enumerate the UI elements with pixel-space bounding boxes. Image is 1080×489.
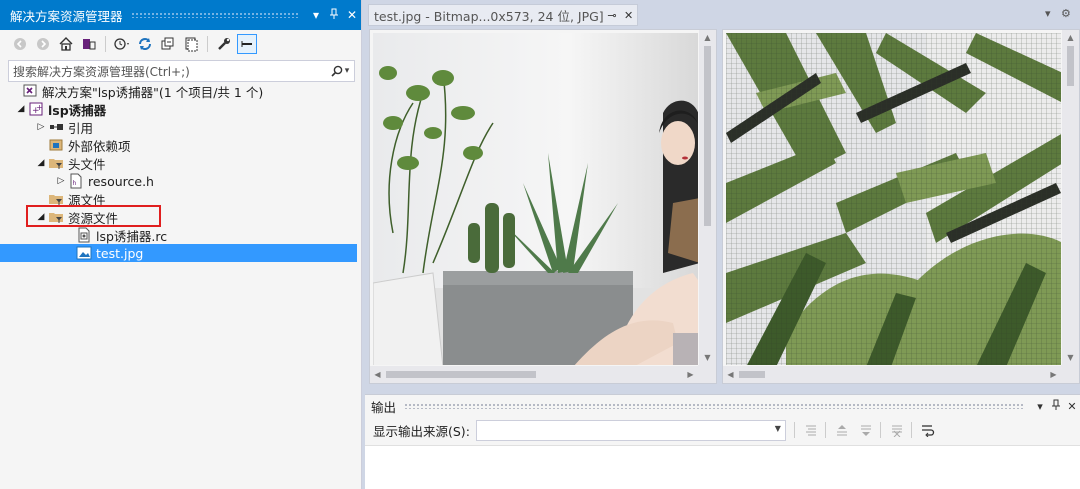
find-message-in-code-icon[interactable] (800, 420, 822, 440)
output-titlebar: 输出 ▾ ✕ (365, 395, 1080, 417)
scroll-thumb[interactable] (704, 46, 711, 226)
pin-icon[interactable] (325, 8, 343, 23)
tree-item-test-jpg[interactable]: test.jpg (0, 244, 357, 262)
pin-icon[interactable]: ⊸ (604, 9, 621, 22)
tree-item-label: 引用 (68, 120, 94, 136)
tree-item-references[interactable]: ▷ 引用 (8, 118, 357, 136)
close-icon[interactable]: ✕ (1064, 400, 1080, 413)
sync-icon[interactable] (135, 34, 155, 54)
tree-item-label: test.jpg (96, 245, 144, 261)
dropdown-icon[interactable]: ▾ (307, 8, 325, 22)
tree-item-external-deps[interactable]: 外部依赖项 (8, 136, 357, 154)
cpp-project-icon: + + (28, 101, 44, 117)
document-tab-bar: test.jpg - Bitmap...0x573, 24 位, JPG] ⊸ … (363, 0, 1080, 30)
tree-item-label: 解决方案"lsp诱捕器"(1 个项目/共 1 个) (42, 84, 264, 100)
drag-grip[interactable] (404, 403, 1024, 409)
vertical-scrollbar[interactable]: ▲ ▼ (1062, 30, 1079, 365)
tree-item-label: lsp诱捕器 (48, 102, 107, 118)
header-file-icon: h (68, 173, 84, 189)
tree-item-label: resource.h (88, 173, 154, 189)
solution-explorer-toolbar (0, 30, 361, 58)
svg-text:+: + (36, 103, 43, 112)
output-source-select[interactable]: ▼ (475, 419, 786, 441)
dropdown-icon[interactable]: ▾ (1032, 400, 1048, 413)
properties-wrench-icon[interactable] (214, 34, 234, 54)
tree-item-resource-h[interactable]: ▷ h resource.h (8, 172, 357, 190)
image-canvas[interactable] (373, 33, 698, 365)
references-icon (48, 119, 64, 135)
tree-item-label: 外部依赖项 (68, 138, 131, 154)
image-zoom-pane: ▲ ▼ ◀ ▶ (722, 29, 1080, 384)
close-icon[interactable]: ✕ (620, 9, 637, 22)
preview-selected-items-icon[interactable] (237, 34, 257, 54)
search-icon[interactable]: ▾ (326, 65, 354, 77)
tree-item-project[interactable]: ◢ + + lsp诱捕器 (8, 100, 357, 118)
pending-changes-filter-icon[interactable] (112, 34, 132, 54)
chevron-down-icon[interactable]: ▼ (775, 424, 781, 433)
output-source-label: 显示输出来源(S): (373, 423, 470, 439)
scroll-down-icon[interactable]: ▼ (699, 350, 716, 365)
solution-tree: 解决方案"lsp诱捕器"(1 个项目/共 1 个) ◢ + + lsp诱捕器 ▷ … (0, 82, 357, 262)
horizontal-scrollbar[interactable]: ◀ ▶ (370, 366, 698, 383)
zoomed-image-canvas[interactable] (726, 33, 1061, 365)
tree-item-rc-file[interactable]: lsp诱捕器.rc (8, 226, 357, 244)
rc-file-icon (76, 227, 92, 243)
tree-item-label: lsp诱捕器.rc (96, 228, 168, 244)
scroll-up-icon[interactable]: ▲ (699, 30, 716, 45)
tree-item-solution[interactable]: 解决方案"lsp诱捕器"(1 个项目/共 1 个) (8, 82, 357, 100)
pin-icon[interactable] (1048, 399, 1064, 414)
solution-explorer-panel: 解决方案资源管理器 ▾ ✕ 搜索解决方案资源管理器(Ctrl+;) ▾ 解决方案… (0, 0, 362, 489)
collapsed-arrow-icon[interactable]: ▷ (34, 122, 48, 132)
toolbar-separator (207, 36, 208, 52)
search-placeholder: 搜索解决方案资源管理器(Ctrl+;) (13, 64, 190, 79)
scroll-left-icon[interactable]: ◀ (370, 366, 385, 383)
scroll-left-icon[interactable]: ◀ (723, 366, 738, 383)
solution-explorer-titlebar: 解决方案资源管理器 ▾ ✕ (0, 0, 361, 30)
tab-title: test.jpg - Bitmap...0x573, 24 位, JPG] (374, 8, 604, 24)
tree-item-label: 头文件 (68, 156, 106, 172)
show-all-files-icon[interactable] (181, 34, 201, 54)
output-text-area[interactable] (365, 445, 1080, 489)
output-panel: 输出 ▾ ✕ 显示输出来源(S): ▼ (365, 394, 1080, 489)
scroll-thumb[interactable] (1067, 46, 1074, 86)
tree-item-header-files[interactable]: ◢ 头文件 (8, 154, 357, 172)
output-toolbar: 显示输出来源(S): ▼ (365, 417, 1080, 443)
scroll-right-icon[interactable]: ▶ (1046, 366, 1061, 383)
scroll-down-icon[interactable]: ▼ (1062, 350, 1079, 365)
panel-title: 解决方案资源管理器 (10, 8, 123, 24)
scroll-up-icon[interactable]: ▲ (1062, 30, 1079, 45)
scroll-thumb[interactable] (739, 371, 765, 378)
horizontal-scrollbar[interactable]: ◀ ▶ (723, 366, 1061, 383)
close-icon[interactable]: ✕ (343, 8, 361, 22)
tab-list-dropdown-icon[interactable]: ▾ (1045, 7, 1051, 20)
switch-views-icon[interactable] (79, 34, 99, 54)
highlight-box (26, 205, 161, 227)
go-to-previous-message-icon[interactable] (831, 420, 853, 440)
expanded-arrow-icon[interactable]: ◢ (34, 158, 48, 168)
vertical-scrollbar[interactable]: ▲ ▼ (699, 30, 716, 365)
collapse-all-icon[interactable] (158, 34, 178, 54)
scroll-thumb[interactable] (386, 371, 536, 378)
settings-gear-icon[interactable]: ⚙ (1061, 7, 1071, 20)
solution-explorer-search-input[interactable]: 搜索解决方案资源管理器(Ctrl+;) ▾ (8, 60, 355, 82)
collapsed-arrow-icon[interactable]: ▷ (54, 176, 68, 186)
external-deps-icon (48, 137, 64, 153)
tab-test-jpg[interactable]: test.jpg - Bitmap...0x573, 24 位, JPG] ⊸ … (368, 4, 638, 26)
clear-all-icon[interactable] (886, 420, 908, 440)
toolbar-separator (105, 36, 106, 52)
expanded-arrow-icon[interactable]: ◢ (14, 104, 28, 114)
image-editor-pane: ▲ ▼ ◀ ▶ (369, 29, 717, 384)
image-file-icon (76, 245, 92, 261)
back-icon[interactable] (10, 34, 30, 54)
drag-grip[interactable] (130, 12, 299, 18)
home-icon[interactable] (56, 34, 76, 54)
filter-folder-icon (48, 155, 64, 171)
go-to-next-message-icon[interactable] (855, 420, 877, 440)
output-title: 输出 (371, 399, 397, 415)
svg-text:h: h (73, 180, 77, 187)
toggle-word-wrap-icon[interactable] (917, 420, 939, 440)
forward-icon[interactable] (33, 34, 53, 54)
scroll-right-icon[interactable]: ▶ (683, 366, 698, 383)
solution-icon (22, 83, 38, 99)
